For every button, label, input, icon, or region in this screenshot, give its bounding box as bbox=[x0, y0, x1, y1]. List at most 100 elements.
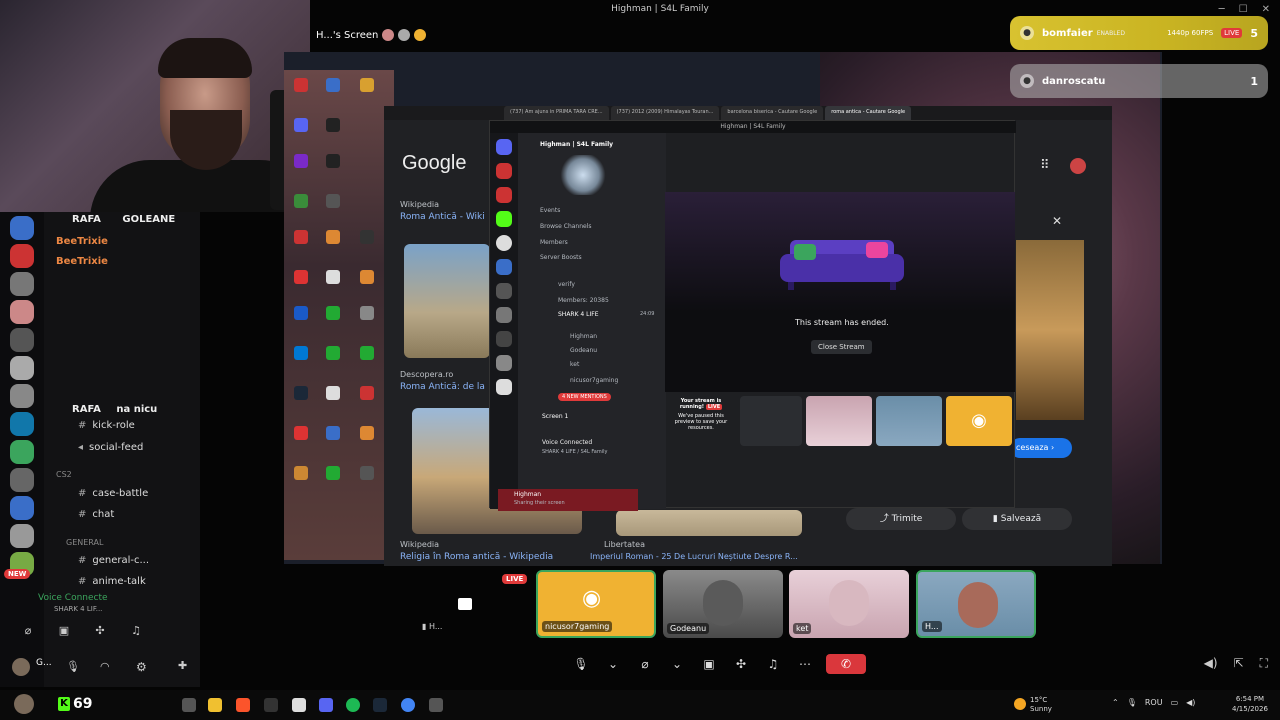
volume-tray-icon[interactable]: ◀) bbox=[1186, 698, 1195, 707]
participant-tile[interactable]: ◉ nicusor7gaming bbox=[536, 570, 656, 638]
browser-tab[interactable]: (737) 2012 (2009) Himalayas Touran... bbox=[610, 106, 720, 120]
clock[interactable]: 6:54 PM 4/15/2026 bbox=[1232, 694, 1268, 714]
activities-icon[interactable]: ✣ bbox=[92, 624, 108, 638]
activities-icon[interactable]: ✣ bbox=[730, 654, 752, 674]
channel-general[interactable]: # general-c... bbox=[78, 555, 149, 566]
camera-off-icon[interactable]: ⌀ bbox=[20, 624, 36, 638]
nested-voice-user[interactable]: Godeanu bbox=[570, 347, 597, 354]
chevron-down-icon[interactable]: ⌄ bbox=[666, 654, 688, 674]
profile-avatar[interactable] bbox=[1070, 158, 1086, 174]
streamer-card-bomfaier: ● bomfaier ENABLED 1440p 60FPS LIVE 5 bbox=[1010, 16, 1268, 50]
close-icon[interactable]: ✕ bbox=[1262, 4, 1270, 15]
nested-voice-user[interactable]: ket bbox=[570, 361, 579, 368]
screen-share-tile[interactable]: ▮ H... bbox=[414, 594, 514, 634]
file-explorer-icon[interactable] bbox=[208, 698, 222, 712]
chevron-up-icon[interactable]: ⌃ bbox=[1112, 698, 1119, 707]
discord-icon[interactable] bbox=[319, 698, 333, 712]
browser-tab[interactable]: (737) Am ajuns in PRIMA TARA CRE... bbox=[504, 106, 609, 120]
user-avatar[interactable] bbox=[12, 658, 30, 676]
category-general[interactable]: GENERAL bbox=[66, 538, 103, 547]
nested-channel-list: Highman | S4L Family Events Browse Chann… bbox=[518, 133, 666, 509]
result-title[interactable]: Roma Antică: de la bbox=[400, 382, 485, 392]
soundboard-icon[interactable]: ♫ bbox=[128, 624, 144, 638]
popout-icon[interactable]: ⇱ bbox=[1234, 656, 1244, 671]
share-result-button[interactable]: ⤴ Trimite bbox=[846, 508, 956, 530]
browser-tab[interactable]: barcelona biserica - Cautare Google bbox=[721, 106, 824, 120]
nested-tile-discord-icon[interactable]: ◉ bbox=[946, 396, 1012, 446]
hashtag-icon: # bbox=[78, 576, 87, 587]
nested-voice-channel[interactable]: SHARK 4 LIFE bbox=[558, 311, 599, 318]
nested-voice-user[interactable]: Highman bbox=[570, 333, 597, 340]
channel-anime-talk[interactable]: # anime-talk bbox=[78, 576, 146, 587]
microphone-icon[interactable]: 🎙 bbox=[570, 654, 592, 674]
chevron-down-icon[interactable]: ⌄ bbox=[602, 654, 624, 674]
mic-icon[interactable]: 🎙 bbox=[66, 660, 80, 673]
screen-share-icon[interactable]: ▣ bbox=[56, 624, 72, 638]
app-icon[interactable] bbox=[429, 698, 443, 712]
channel-kick-role[interactable]: # kick-role bbox=[78, 420, 135, 431]
stream-ended-text: This stream has ended. bbox=[795, 318, 889, 327]
taskbar-avatar[interactable] bbox=[14, 694, 34, 714]
voice-connected-status[interactable]: Voice Connecte bbox=[38, 593, 108, 603]
save-result-button[interactable]: ▮ Salvează bbox=[962, 508, 1072, 530]
chat-user: BeeTrixie bbox=[56, 236, 108, 247]
result-title[interactable]: Religia în Roma antică - Wikipedia bbox=[400, 552, 553, 562]
chat-user: RAFA bbox=[72, 404, 101, 415]
stream-label-text: H...'s Screen bbox=[316, 29, 379, 41]
result-image[interactable] bbox=[404, 244, 490, 358]
app-icon[interactable] bbox=[292, 698, 306, 712]
weather-widget[interactable]: 15°C Sunny bbox=[1014, 696, 1052, 714]
participant-tile[interactable]: ket bbox=[789, 570, 909, 638]
invite-user-icon[interactable]: ✚ bbox=[178, 659, 187, 672]
result-image[interactable] bbox=[616, 510, 802, 536]
avatar bbox=[382, 29, 395, 41]
app-icon[interactable] bbox=[264, 698, 278, 712]
channel-social-feed[interactable]: ◂ social-feed bbox=[78, 442, 143, 453]
nested-voice-user[interactable]: nicusor7gaming bbox=[570, 377, 618, 384]
language-indicator[interactable]: ROU bbox=[1145, 698, 1163, 707]
settings-gear-icon[interactable]: ⚙ bbox=[136, 660, 147, 674]
nested-menu-members[interactable]: Members bbox=[540, 239, 568, 246]
camera-off-icon[interactable]: ⌀ bbox=[634, 654, 656, 674]
live-badge: LIVE bbox=[502, 574, 528, 584]
voice-channel-sub[interactable]: SHARK 4 LIF... bbox=[54, 605, 102, 613]
nested-channel-verify[interactable]: verify bbox=[558, 281, 575, 288]
close-panel-icon[interactable]: ✕ bbox=[1052, 214, 1062, 228]
more-button[interactable]: ceseaza › bbox=[1010, 438, 1072, 458]
nested-tile[interactable] bbox=[806, 396, 872, 446]
brave-icon[interactable] bbox=[236, 698, 250, 712]
minimize-icon[interactable]: ─ bbox=[1219, 4, 1225, 15]
mic-tray-icon[interactable]: 🎙 bbox=[1127, 698, 1137, 707]
new-mentions-badge[interactable]: 4 NEW MENTIONS bbox=[558, 393, 611, 401]
network-icon[interactable]: ▭ bbox=[1171, 698, 1179, 707]
more-options-icon[interactable]: ⋯ bbox=[794, 654, 816, 674]
nested-tile[interactable] bbox=[876, 396, 942, 446]
close-stream-button[interactable]: Close Stream bbox=[811, 340, 872, 354]
result-title[interactable]: Imperiul Roman - 25 De Lucruri Neștiute … bbox=[590, 552, 798, 561]
channel-case-battle[interactable]: # case-battle bbox=[78, 488, 148, 499]
chrome-icon[interactable] bbox=[401, 698, 415, 712]
nested-menu-boosts[interactable]: Server Boosts bbox=[540, 254, 582, 261]
fullscreen-icon[interactable]: ⛶ bbox=[1260, 656, 1268, 671]
participant-name: nicusor7gaming bbox=[542, 621, 613, 632]
category-cs2[interactable]: CS2 bbox=[56, 470, 72, 479]
nested-tile[interactable] bbox=[740, 396, 802, 446]
soundboard-icon[interactable]: ♫ bbox=[762, 654, 784, 674]
nested-menu-events[interactable]: Events bbox=[540, 207, 560, 214]
result-title[interactable]: Roma Antică - Wiki bbox=[400, 212, 485, 222]
headset-icon[interactable]: ◠ bbox=[100, 660, 110, 673]
spotify-icon[interactable] bbox=[346, 698, 360, 712]
taskview-icon[interactable] bbox=[182, 698, 196, 712]
browser-tab[interactable]: roma antica - Cautare Google bbox=[825, 106, 912, 120]
participant-tile[interactable]: Godeanu bbox=[663, 570, 783, 638]
disconnect-button[interactable]: ✆ bbox=[826, 654, 866, 674]
nested-server-name[interactable]: Highman | S4L Family bbox=[540, 141, 613, 148]
volume-icon[interactable]: ◀) bbox=[1204, 656, 1218, 671]
maximize-icon[interactable]: ☐ bbox=[1239, 4, 1248, 15]
screen-share-icon[interactable]: ▣ bbox=[698, 654, 720, 674]
apps-grid-icon[interactable]: ⠿ bbox=[1040, 158, 1050, 173]
channel-chat[interactable]: # chat bbox=[78, 509, 114, 520]
nested-menu-browse[interactable]: Browse Channels bbox=[540, 223, 592, 230]
participant-tile[interactable]: H... bbox=[916, 570, 1036, 638]
steam-icon[interactable] bbox=[373, 698, 387, 712]
